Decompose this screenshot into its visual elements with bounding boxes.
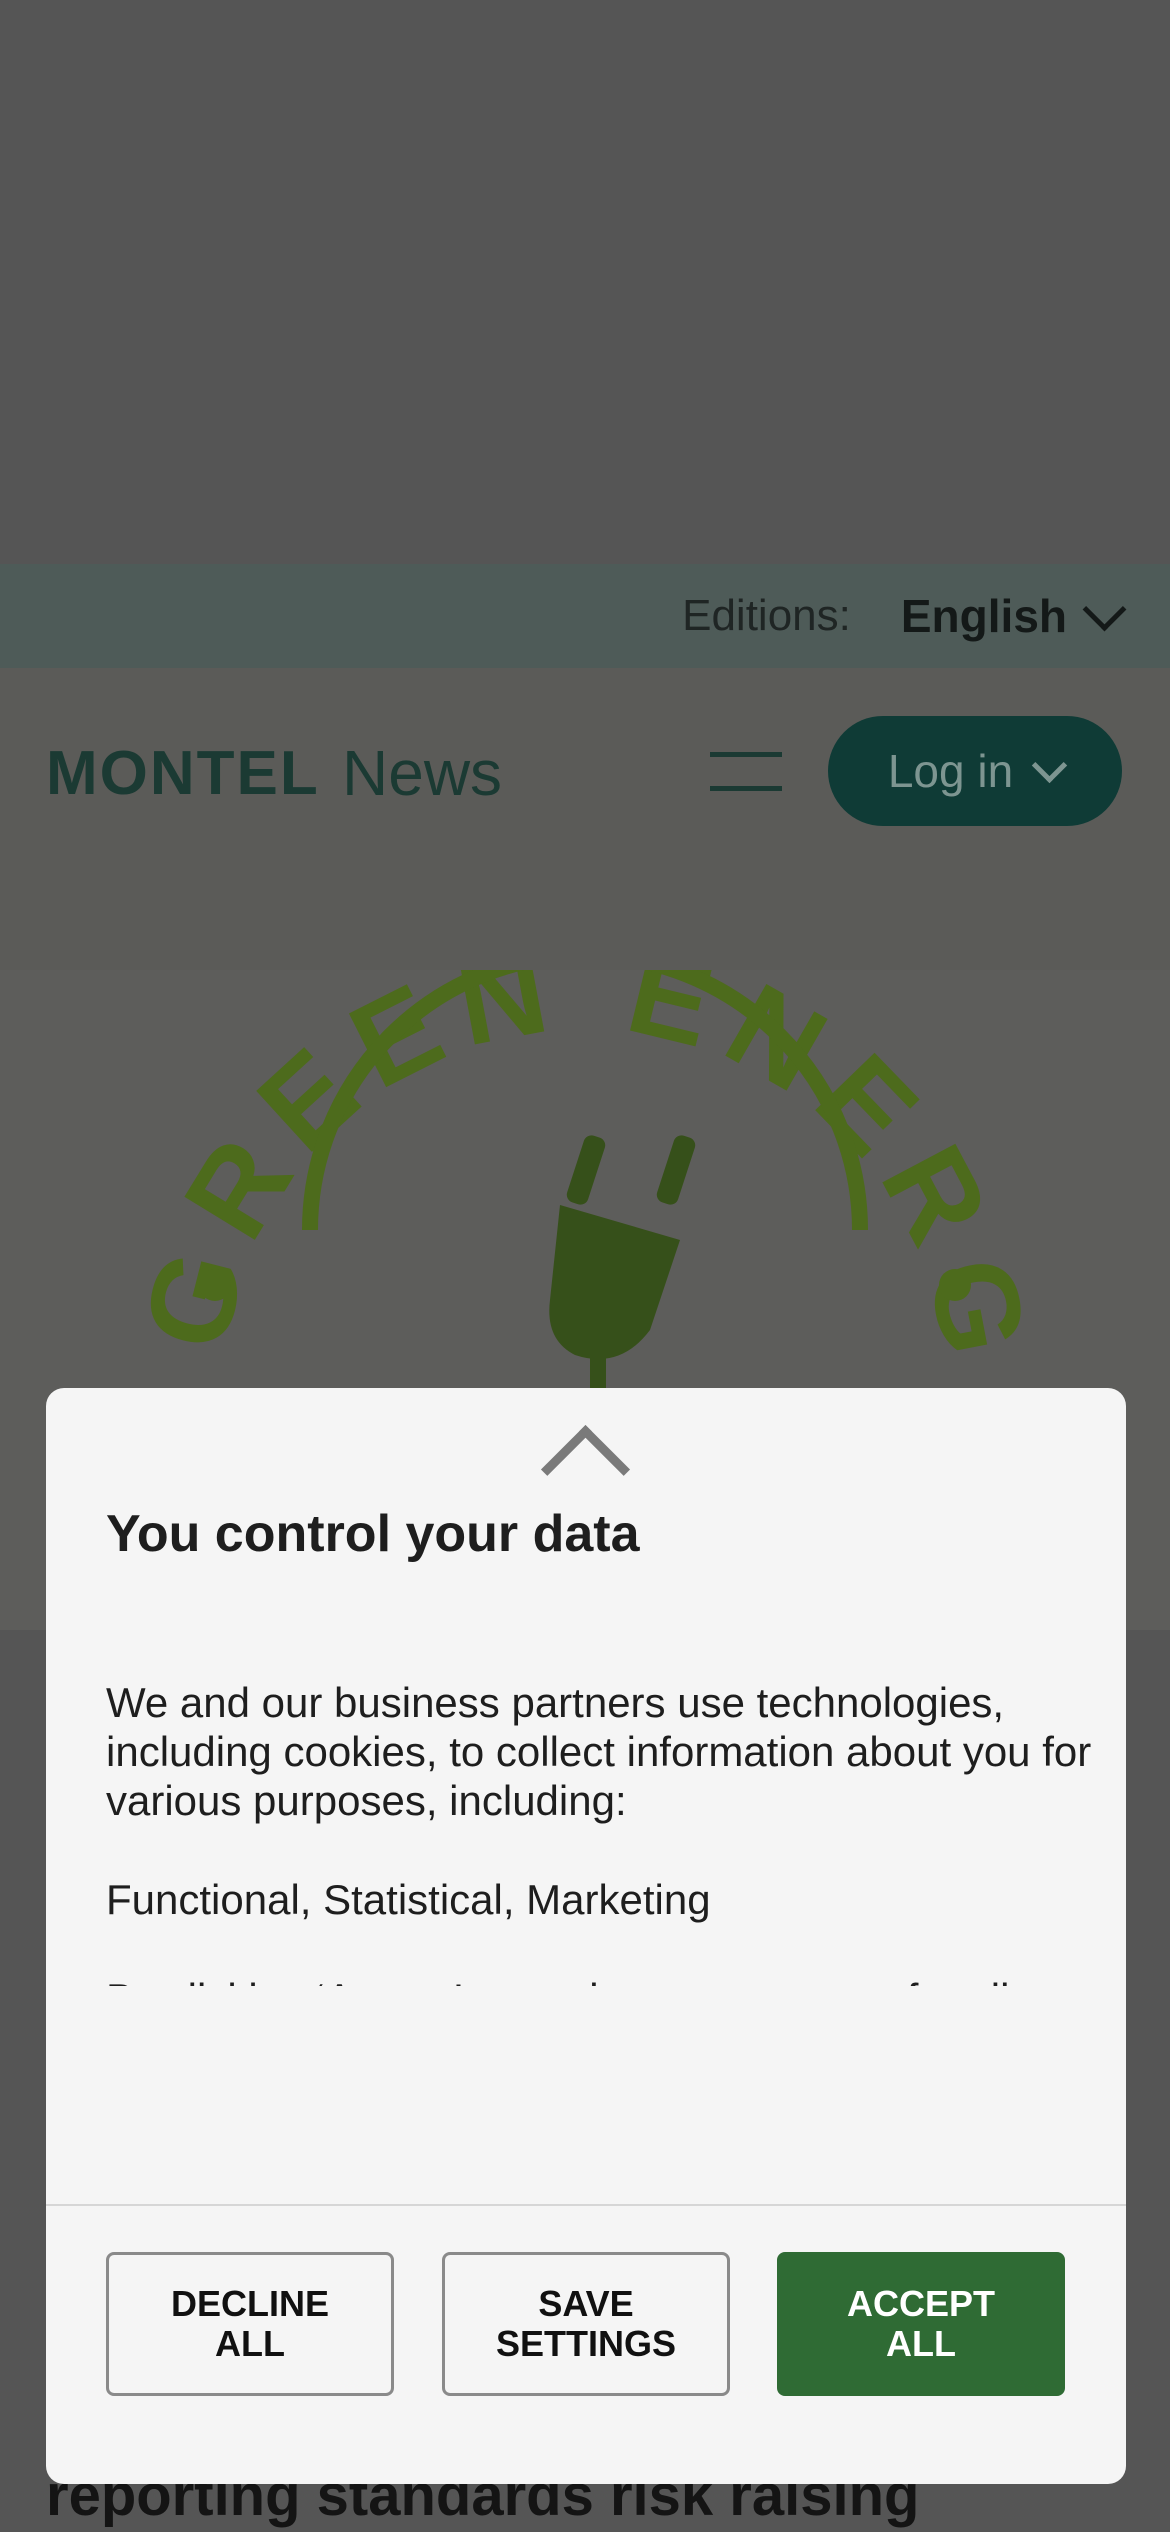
accept-all-button[interactable]: ACCEPT ALL <box>777 2252 1065 2396</box>
logo-product[interactable]: News <box>342 736 502 810</box>
chevron-up-icon[interactable] <box>540 1424 631 1515</box>
consent-description[interactable]: We and our business partners use technol… <box>106 1678 1106 1986</box>
save-settings-button[interactable]: SAVE SETTINGS <box>442 2252 730 2396</box>
decline-all-button[interactable]: DECLINE ALL <box>106 2252 394 2396</box>
login-button[interactable]: Log in <box>828 716 1122 826</box>
editions-selector[interactable]: English <box>901 589 1067 643</box>
consent-purposes: Functional, Statistical, Marketing <box>106 1876 711 1923</box>
editions-bar: Editions: English <box>0 564 1170 668</box>
logo-dot-right <box>939 1269 971 1301</box>
chevron-down-icon[interactable] <box>1082 587 1127 631</box>
logo-arc-text: GREEN ENERGY <box>0 970 1055 1383</box>
menu-icon[interactable] <box>710 750 782 794</box>
login-label: Log in <box>887 745 1014 797</box>
hero-spacer <box>0 878 1170 970</box>
page-overlay-top <box>0 0 1170 564</box>
consent-modal: You control your data We and our busines… <box>46 1388 1126 2484</box>
modal-title: You control your data <box>106 1505 640 1563</box>
editions-label: Editions: <box>682 591 851 640</box>
logo-brand[interactable]: MONTEL <box>46 738 320 809</box>
chevron-down-icon <box>1031 747 1068 783</box>
consent-paragraph: By clicking ‘Accept’, you give your cons… <box>106 1974 1106 1986</box>
divider <box>46 2204 1126 2206</box>
consent-paragraph: We and our business partners use technol… <box>106 1679 1092 1824</box>
logo-dot-left <box>199 1269 231 1301</box>
